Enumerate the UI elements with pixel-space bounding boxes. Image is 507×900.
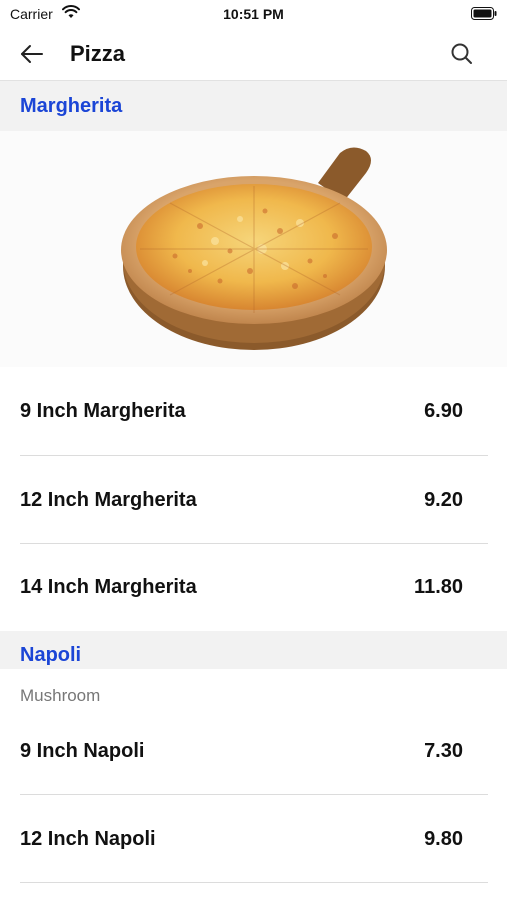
search-icon[interactable]: [449, 41, 475, 67]
menu-item-row[interactable]: 9 Inch Napoli 7.30: [0, 706, 507, 794]
divider: [20, 882, 488, 883]
menu-item-row[interactable]: 12 Inch Margherita 9.20: [0, 456, 507, 544]
section-title: Napoli: [20, 644, 82, 666]
item-price: 9.20: [424, 489, 463, 511]
item-name: 9 Inch Margherita: [20, 400, 186, 422]
section-description: Mushroom: [20, 686, 101, 705]
status-bar: Carrier 10:51 PM: [0, 0, 507, 28]
item-name: 12 Inch Margherita: [20, 489, 197, 511]
battery-icon: [471, 7, 497, 20]
pizza-image: [0, 131, 507, 367]
item-name: 12 Inch Napoli: [20, 828, 156, 850]
menu-item-row[interactable]: 9 Inch Margherita 6.90: [0, 367, 507, 455]
page-title: Pizza: [70, 41, 126, 66]
back-arrow-icon[interactable]: [18, 40, 46, 68]
pizza-photo: [121, 147, 387, 350]
item-price: 11.80: [414, 576, 463, 598]
item-price: 9.80: [424, 828, 463, 850]
item-price: 6.90: [424, 400, 463, 422]
menu-item-row[interactable]: 12 Inch Napoli 9.80: [0, 795, 507, 883]
section-header-napoli: Napoli: [0, 631, 507, 669]
section-header-margherita: Margherita: [0, 81, 507, 131]
navigation-bar: Pizza: [0, 28, 507, 81]
section-title: Margherita: [20, 95, 123, 117]
menu-item-row[interactable]: 14 Inch Margherita 11.80: [0, 544, 507, 632]
item-price: 7.30: [424, 740, 463, 762]
status-time: 10:51 PM: [223, 6, 284, 22]
item-name: 9 Inch Napoli: [20, 740, 145, 762]
item-name: 14 Inch Margherita: [20, 576, 197, 598]
